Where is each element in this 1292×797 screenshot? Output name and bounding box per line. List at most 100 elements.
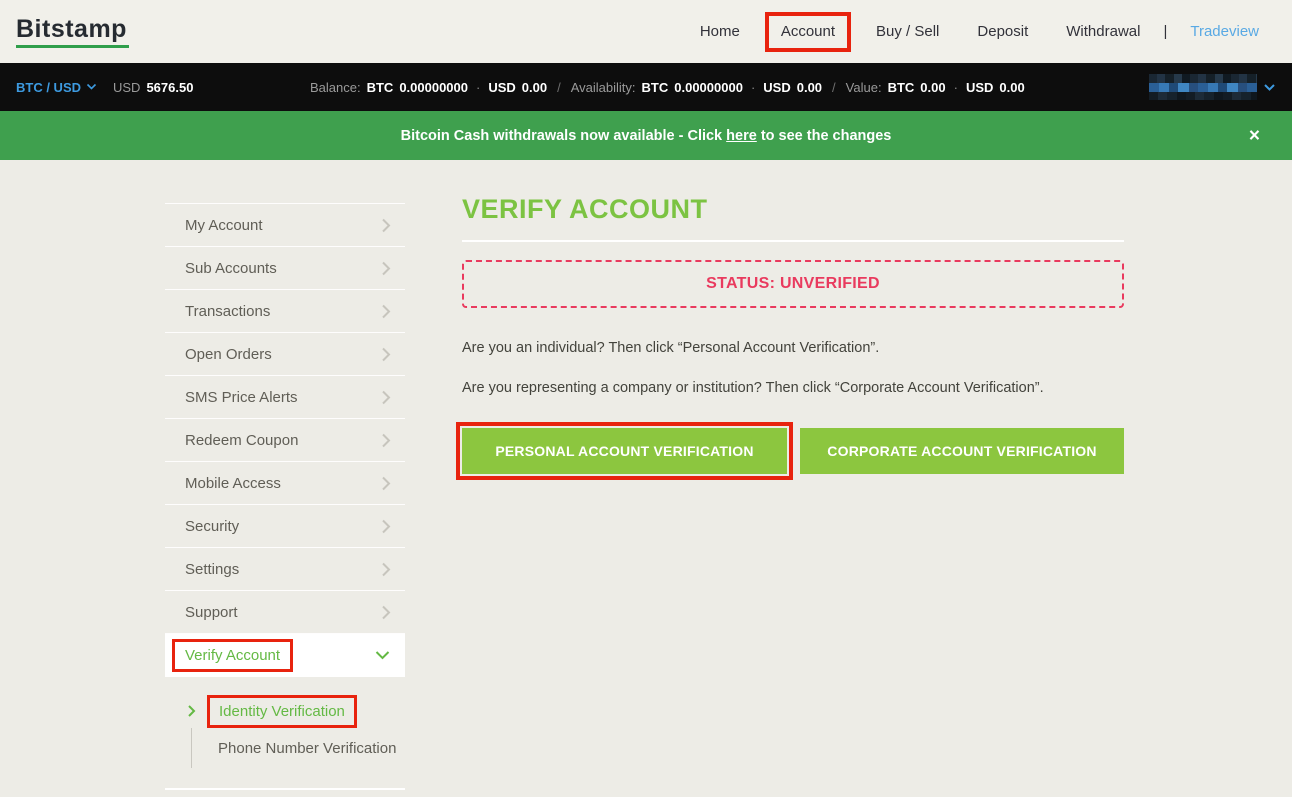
- value-btc-value: 0.00: [920, 80, 945, 95]
- close-icon[interactable]: ×: [1249, 126, 1260, 145]
- chevron-right-icon: [381, 260, 391, 277]
- sidebar-item-label: Security: [185, 518, 381, 535]
- chevron-right-icon: [381, 561, 391, 578]
- value-usd-label: USD: [966, 80, 993, 95]
- sidebar-item-transactions[interactable]: Transactions: [165, 290, 405, 333]
- currency-pair-selector[interactable]: BTC / USD: [16, 80, 97, 95]
- banner-here-link[interactable]: here: [726, 128, 757, 144]
- chevron-right-icon: [381, 475, 391, 492]
- corporate-instruction-text: Are you representing a company or instit…: [462, 380, 1044, 396]
- chevron-right-icon: [381, 389, 391, 406]
- corporate-account-verification-button[interactable]: CORPORATE ACCOUNT VERIFICATION: [800, 428, 1124, 474]
- subitem-identity-verification[interactable]: Identity Verification: [187, 694, 405, 728]
- subitem-label: Identity Verification: [219, 703, 345, 720]
- nav-tradeview[interactable]: Tradeview: [1190, 23, 1259, 40]
- personal-account-verification-button[interactable]: PERSONAL ACCOUNT VERIFICATION: [462, 428, 787, 474]
- sidebar-list: My Account Sub Accounts Transactions Ope…: [165, 203, 405, 677]
- availability-btc-value: 0.00000000: [674, 80, 743, 95]
- page-title: VERIFY ACCOUNT: [462, 194, 708, 225]
- availability-usd-label: USD: [763, 80, 790, 95]
- subitem-label: Phone Number Verification: [218, 740, 396, 757]
- announcement-banner: Bitcoin Cash withdrawals now available -…: [0, 111, 1292, 160]
- sidebar-item-mobile-access[interactable]: Mobile Access: [165, 462, 405, 505]
- banner-text-before: Bitcoin Cash withdrawals now available -…: [401, 128, 727, 144]
- sidebar-item-sub-accounts[interactable]: Sub Accounts: [165, 247, 405, 290]
- chevron-down-icon: [374, 650, 391, 661]
- username-redacted: [1149, 74, 1257, 100]
- nav-divider: |: [1163, 23, 1167, 40]
- nav-account[interactable]: Account: [781, 23, 835, 40]
- chevron-right-icon: [381, 303, 391, 320]
- nav-home[interactable]: Home: [700, 23, 740, 40]
- balance-usd-label: USD: [488, 80, 515, 95]
- subitem-phone-number-verification[interactable]: Phone Number Verification: [191, 728, 405, 768]
- chevron-right-icon: [381, 217, 391, 234]
- main-nav: Home Account Buy / Sell Deposit Withdraw…: [681, 0, 1278, 63]
- sidebar-item-my-account[interactable]: My Account: [165, 204, 405, 247]
- balance-label: Balance:: [310, 80, 361, 95]
- dot-separator: ·: [952, 80, 960, 95]
- sidebar-item-label: Sub Accounts: [185, 260, 381, 277]
- sidebar-item-security[interactable]: Security: [165, 505, 405, 548]
- nav-buy-sell[interactable]: Buy / Sell: [876, 23, 939, 40]
- pair-selector-group: BTC / USD USD 5676.50: [16, 63, 193, 111]
- sidebar-item-label: Open Orders: [185, 346, 381, 363]
- annotation-box-personal-button: PERSONAL ACCOUNT VERIFICATION: [456, 422, 793, 480]
- sidebar-item-settings[interactable]: Settings: [165, 548, 405, 591]
- slash-separator: /: [828, 80, 840, 95]
- chevron-right-icon: [381, 346, 391, 363]
- sidebar-item-label: Verify Account: [185, 647, 280, 664]
- balance-usd-value: 0.00: [522, 80, 547, 95]
- chevron-right-icon: [381, 432, 391, 449]
- availability-btc-label: BTC: [642, 80, 669, 95]
- verify-account-panel: VERIFY ACCOUNT STATUS: UNVERIFIED Are yo…: [462, 160, 1124, 797]
- value-label: Value:: [846, 80, 882, 95]
- dot-separator: ·: [749, 80, 757, 95]
- annotation-box-account: Account: [765, 12, 851, 52]
- annotation-box-verify-account: Verify Account: [172, 639, 293, 672]
- availability-label: Availability:: [571, 80, 636, 95]
- sidebar-item-label: Redeem Coupon: [185, 432, 381, 449]
- status-badge: STATUS: UNVERIFIED: [706, 275, 880, 293]
- slash-separator: /: [553, 80, 565, 95]
- title-divider: [462, 240, 1124, 242]
- sidebar-item-sms-price-alerts[interactable]: SMS Price Alerts: [165, 376, 405, 419]
- verification-status-box: STATUS: UNVERIFIED: [462, 260, 1124, 308]
- sidebar-item-label: Support: [185, 604, 381, 621]
- price-currency: USD: [113, 80, 140, 95]
- value-btc-label: BTC: [888, 80, 915, 95]
- nav-deposit[interactable]: Deposit: [977, 23, 1028, 40]
- bitstamp-logo[interactable]: Bitstamp: [16, 15, 129, 48]
- chevron-down-icon: [86, 83, 97, 91]
- sidebar-item-redeem-coupon[interactable]: Redeem Coupon: [165, 419, 405, 462]
- annotation-box-identity-verification: Identity Verification: [207, 695, 357, 728]
- sidebar-item-verify-account[interactable]: Verify Account: [165, 634, 405, 677]
- banner-text-after: to see the changes: [757, 128, 892, 144]
- chevron-right-icon: [381, 604, 391, 621]
- sidebar-item-support[interactable]: Support: [165, 591, 405, 634]
- verify-account-submenu: Identity Verification Phone Number Verif…: [165, 694, 405, 768]
- top-header: Bitstamp Home Account Buy / Sell Deposit…: [0, 0, 1292, 63]
- sidebar-divider: [165, 788, 405, 790]
- chevron-right-icon: [381, 518, 391, 535]
- sidebar-item-label: Transactions: [185, 303, 381, 320]
- sidebar-item-open-orders[interactable]: Open Orders: [165, 333, 405, 376]
- value-usd-value: 0.00: [999, 80, 1024, 95]
- chevron-right-icon: [187, 704, 196, 718]
- nav-withdrawal[interactable]: Withdrawal: [1066, 23, 1140, 40]
- banner-text: Bitcoin Cash withdrawals now available -…: [401, 128, 892, 144]
- sidebar-item-label: My Account: [185, 217, 381, 234]
- individual-instruction-text: Are you an individual? Then click “Perso…: [462, 340, 879, 356]
- balance-btc-value: 0.00000000: [399, 80, 468, 95]
- currency-pair-label: BTC / USD: [16, 80, 81, 95]
- sidebar-item-label: SMS Price Alerts: [185, 389, 381, 406]
- price-value: 5676.50: [146, 80, 193, 95]
- balances-group: Balance: BTC 0.00000000 · USD 0.00 / Ava…: [310, 63, 1025, 111]
- dot-separator: ·: [474, 80, 482, 95]
- user-menu[interactable]: [1149, 63, 1276, 111]
- availability-usd-value: 0.00: [797, 80, 822, 95]
- chevron-down-icon: [1263, 83, 1276, 92]
- sidebar-item-label: Mobile Access: [185, 475, 381, 492]
- account-sidebar: My Account Sub Accounts Transactions Ope…: [165, 160, 405, 790]
- ticker-bar: BTC / USD USD 5676.50 Balance: BTC 0.000…: [0, 63, 1292, 111]
